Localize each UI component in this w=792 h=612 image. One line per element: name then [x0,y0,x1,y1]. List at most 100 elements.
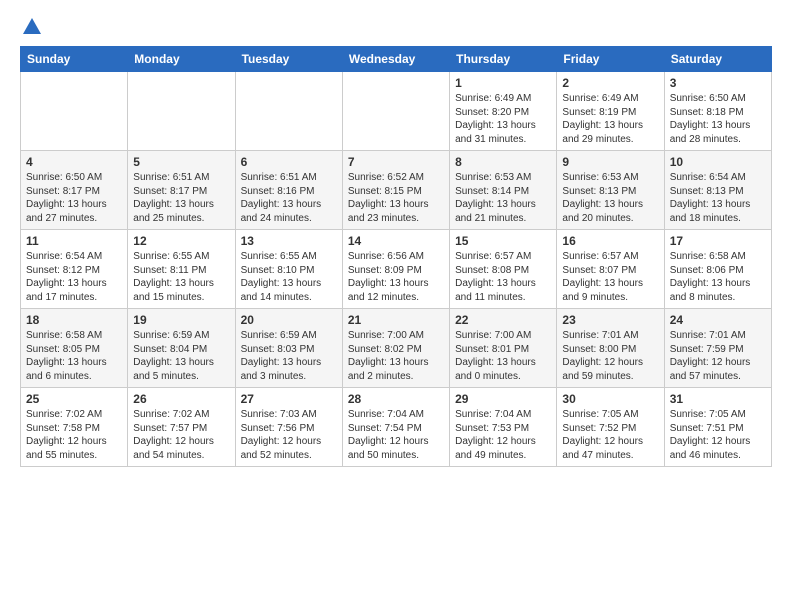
week-row-2: 4 Sunrise: 6:50 AM Sunset: 8:17 PM Daylig… [21,151,772,230]
week-row-3: 11 Sunrise: 6:54 AM Sunset: 8:12 PM Dayli… [21,230,772,309]
day-cell: 7 Sunrise: 6:52 AM Sunset: 8:15 PM Daylig… [342,151,449,230]
day-info: Sunrise: 6:59 AM Sunset: 8:03 PM Dayligh… [241,329,337,383]
day-number: 29 [455,392,551,406]
day-info: Sunrise: 7:05 AM Sunset: 7:52 PM Dayligh… [562,408,658,462]
week-row-4: 18 Sunrise: 6:58 AM Sunset: 8:05 PM Dayli… [21,309,772,388]
weekday-header-wednesday: Wednesday [342,47,449,72]
day-number: 22 [455,313,551,327]
day-cell: 8Sunrise: 6:53 AM Sunset: 8:14 PM Daylig… [450,151,557,230]
day-cell: 17 Sunrise: 6:58 AM Sunset: 8:06 PM Dayli… [664,230,771,309]
day-cell: 10 Sunrise: 6:54 AM Sunset: 8:13 PM Dayli… [664,151,771,230]
day-info: Sunrise: 6:53 AM Sunset: 8:13 PM Dayligh… [562,171,658,225]
weekday-header-monday: Monday [128,47,235,72]
day-info: Sunrise: 6:59 AM Sunset: 8:04 PM Dayligh… [133,329,229,383]
day-info: Sunrise: 7:04 AM Sunset: 7:53 PM Dayligh… [455,408,551,462]
day-number: 3 [670,76,766,90]
day-number: 2 [562,76,658,90]
day-info: Sunrise: 6:56 AM Sunset: 8:09 PM Dayligh… [348,250,444,304]
day-cell: 30 Sunrise: 7:05 AM Sunset: 7:52 PM Dayli… [557,388,664,467]
day-info: Sunrise: 7:04 AM Sunset: 7:54 PM Dayligh… [348,408,444,462]
day-number: 19 [133,313,229,327]
day-cell: 15Sunrise: 6:57 AM Sunset: 8:08 PM Dayli… [450,230,557,309]
day-number: 20 [241,313,337,327]
day-info: Sunrise: 7:00 AM Sunset: 8:02 PM Dayligh… [348,329,444,383]
day-info: Sunrise: 6:49 AM Sunset: 8:19 PM Dayligh… [562,92,658,146]
day-info: Sunrise: 6:55 AM Sunset: 8:11 PM Dayligh… [133,250,229,304]
day-info: Sunrise: 6:58 AM Sunset: 8:05 PM Dayligh… [26,329,122,383]
day-cell: 11 Sunrise: 6:54 AM Sunset: 8:12 PM Dayli… [21,230,128,309]
day-info: Sunrise: 6:52 AM Sunset: 8:15 PM Dayligh… [348,171,444,225]
day-cell: 9Sunrise: 6:53 AM Sunset: 8:13 PM Daylig… [557,151,664,230]
day-info: Sunrise: 7:02 AM Sunset: 7:57 PM Dayligh… [133,408,229,462]
day-cell: 3 Sunrise: 6:50 AM Sunset: 8:18 PM Daylig… [664,72,771,151]
day-number: 21 [348,313,444,327]
day-number: 27 [241,392,337,406]
day-cell: 25Sunrise: 7:02 AM Sunset: 7:58 PM Dayli… [21,388,128,467]
day-cell: 26 Sunrise: 7:02 AM Sunset: 7:57 PM Dayli… [128,388,235,467]
day-cell: 2 Sunrise: 6:49 AM Sunset: 8:19 PM Daylig… [557,72,664,151]
day-cell: 23 Sunrise: 7:01 AM Sunset: 8:00 PM Dayli… [557,309,664,388]
day-number: 14 [348,234,444,248]
day-cell: 5Sunrise: 6:51 AM Sunset: 8:17 PM Daylig… [128,151,235,230]
day-info: Sunrise: 6:50 AM Sunset: 8:18 PM Dayligh… [670,92,766,146]
day-cell: 18 Sunrise: 6:58 AM Sunset: 8:05 PM Dayli… [21,309,128,388]
week-row-1: 1 Sunrise: 6:49 AM Sunset: 8:20 PM Daylig… [21,72,772,151]
day-number: 11 [26,234,122,248]
day-number: 4 [26,155,122,169]
day-cell: 19 Sunrise: 6:59 AM Sunset: 8:04 PM Dayli… [128,309,235,388]
day-info: Sunrise: 6:57 AM Sunset: 8:07 PM Dayligh… [562,250,658,304]
day-cell [342,72,449,151]
day-number: 8 [455,155,551,169]
logo [20,16,44,36]
day-cell: 27 Sunrise: 7:03 AM Sunset: 7:56 PM Dayli… [235,388,342,467]
day-number: 23 [562,313,658,327]
weekday-header-friday: Friday [557,47,664,72]
day-cell [235,72,342,151]
day-cell: 29 Sunrise: 7:04 AM Sunset: 7:53 PM Dayli… [450,388,557,467]
day-cell: 20 Sunrise: 6:59 AM Sunset: 8:03 PM Dayli… [235,309,342,388]
day-info: Sunrise: 6:51 AM Sunset: 8:17 PM Dayligh… [133,171,229,225]
day-number: 31 [670,392,766,406]
day-cell [128,72,235,151]
day-info: Sunrise: 7:01 AM Sunset: 8:00 PM Dayligh… [562,329,658,383]
weekday-header-tuesday: Tuesday [235,47,342,72]
day-info: Sunrise: 7:03 AM Sunset: 7:56 PM Dayligh… [241,408,337,462]
day-number: 17 [670,234,766,248]
day-number: 18 [26,313,122,327]
day-number: 1 [455,76,551,90]
week-row-5: 25Sunrise: 7:02 AM Sunset: 7:58 PM Dayli… [21,388,772,467]
day-number: 12 [133,234,229,248]
day-info: Sunrise: 6:54 AM Sunset: 8:13 PM Dayligh… [670,171,766,225]
day-number: 25 [26,392,122,406]
day-info: Sunrise: 6:49 AM Sunset: 8:20 PM Dayligh… [455,92,551,146]
day-cell: 28Sunrise: 7:04 AM Sunset: 7:54 PM Dayli… [342,388,449,467]
day-info: Sunrise: 7:01 AM Sunset: 7:59 PM Dayligh… [670,329,766,383]
day-info: Sunrise: 6:55 AM Sunset: 8:10 PM Dayligh… [241,250,337,304]
header [20,16,772,36]
day-info: Sunrise: 6:54 AM Sunset: 8:12 PM Dayligh… [26,250,122,304]
day-cell: 21 Sunrise: 7:00 AM Sunset: 8:02 PM Dayli… [342,309,449,388]
day-cell: 13Sunrise: 6:55 AM Sunset: 8:10 PM Dayli… [235,230,342,309]
day-cell: 1 Sunrise: 6:49 AM Sunset: 8:20 PM Daylig… [450,72,557,151]
weekday-header-saturday: Saturday [664,47,771,72]
day-number: 30 [562,392,658,406]
day-info: Sunrise: 6:58 AM Sunset: 8:06 PM Dayligh… [670,250,766,304]
day-number: 10 [670,155,766,169]
day-cell: 6Sunrise: 6:51 AM Sunset: 8:16 PM Daylig… [235,151,342,230]
day-info: Sunrise: 7:00 AM Sunset: 8:01 PM Dayligh… [455,329,551,383]
day-cell: 31 Sunrise: 7:05 AM Sunset: 7:51 PM Dayli… [664,388,771,467]
day-number: 26 [133,392,229,406]
day-cell: 14 Sunrise: 6:56 AM Sunset: 8:09 PM Dayli… [342,230,449,309]
day-info: Sunrise: 7:05 AM Sunset: 7:51 PM Dayligh… [670,408,766,462]
day-number: 7 [348,155,444,169]
day-cell: 24Sunrise: 7:01 AM Sunset: 7:59 PM Dayli… [664,309,771,388]
day-info: Sunrise: 6:50 AM Sunset: 8:17 PM Dayligh… [26,171,122,225]
day-info: Sunrise: 6:57 AM Sunset: 8:08 PM Dayligh… [455,250,551,304]
day-number: 16 [562,234,658,248]
day-cell: 4 Sunrise: 6:50 AM Sunset: 8:17 PM Daylig… [21,151,128,230]
weekday-header-thursday: Thursday [450,47,557,72]
day-info: Sunrise: 6:51 AM Sunset: 8:16 PM Dayligh… [241,171,337,225]
calendar: SundayMondayTuesdayWednesdayThursdayFrid… [20,46,772,467]
logo-text [20,16,44,36]
day-cell: 22 Sunrise: 7:00 AM Sunset: 8:01 PM Dayli… [450,309,557,388]
